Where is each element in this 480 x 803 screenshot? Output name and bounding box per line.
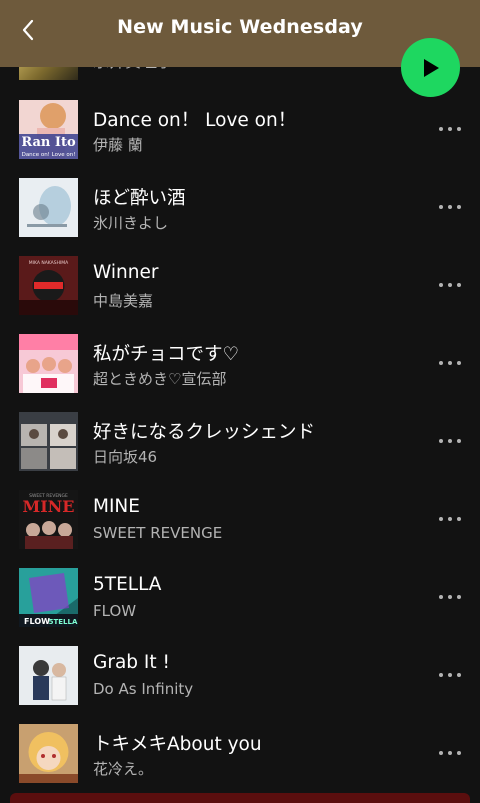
more-horizontal-icon xyxy=(439,517,461,521)
more-options-button[interactable] xyxy=(432,662,468,688)
album-art-text: FLOW xyxy=(24,617,50,626)
album-art xyxy=(19,412,78,471)
track-list: Ran Ito Dance on! Love on! Dance on！ Lov… xyxy=(0,90,480,792)
track-artist: SWEET REVENGE xyxy=(93,524,223,542)
more-horizontal-icon xyxy=(439,361,461,365)
album-art xyxy=(19,178,78,237)
album-art: Ran Ito Dance on! Love on! xyxy=(19,100,78,159)
more-options-button[interactable] xyxy=(432,116,468,142)
mini-player-bar[interactable] xyxy=(10,793,470,803)
list-item[interactable]: ほど酔い酒 氷川きよし xyxy=(0,168,480,246)
list-item[interactable]: 好きになるクレッシェンド 日向坂46 xyxy=(0,402,480,480)
album-art-subtext: SWEET REVENGE xyxy=(29,493,68,499)
more-horizontal-icon xyxy=(439,595,461,599)
list-item[interactable]: 私がチョコです♡ 超ときめき♡宣伝部 xyxy=(0,324,480,402)
more-options-button[interactable] xyxy=(432,350,468,376)
track-title: 私がチョコです♡ xyxy=(93,344,240,365)
album-art xyxy=(19,646,78,705)
album-art: MINE SWEET REVENGE xyxy=(19,490,78,549)
album-art-text: Ran Ito xyxy=(21,135,76,150)
play-button[interactable] xyxy=(401,38,460,97)
more-options-button[interactable] xyxy=(432,506,468,532)
album-art xyxy=(19,724,78,783)
album-art-subtext: 5TELLA xyxy=(49,618,78,626)
more-horizontal-icon xyxy=(439,205,461,209)
album-art-text: MIKA NAKASHIMA xyxy=(29,260,69,266)
app-screen: 永井真理子 New Music Wednesday Ran Ito xyxy=(0,0,480,803)
track-title: Grab It ! xyxy=(93,652,170,673)
album-art-text: MINE xyxy=(22,497,74,516)
track-title: Winner xyxy=(93,262,159,283)
track-artist: 超ときめき♡宣伝部 xyxy=(93,370,227,388)
track-artist: 氷川きよし xyxy=(93,214,169,232)
track-title: 好きになるクレッシェンド xyxy=(93,422,316,443)
track-artist: 伊藤 蘭 xyxy=(93,136,143,154)
more-options-button[interactable] xyxy=(432,740,468,766)
more-horizontal-icon xyxy=(439,439,461,443)
track-artist: 花冷え。 xyxy=(93,760,154,778)
more-horizontal-icon xyxy=(439,127,461,131)
list-item[interactable]: Grab It ! Do As Infinity xyxy=(0,636,480,714)
album-art-subtext: Dance on! Love on! xyxy=(22,152,76,158)
more-options-button[interactable] xyxy=(432,194,468,220)
page-title: New Music Wednesday xyxy=(117,16,363,38)
list-item[interactable]: MIKA NAKASHIMA Winner 中島美嘉 xyxy=(0,246,480,324)
list-item[interactable]: トキメキAbout you 花冷え。 xyxy=(0,714,480,792)
track-artist: 日向坂46 xyxy=(93,448,158,466)
more-options-button[interactable] xyxy=(432,428,468,454)
track-title: ほど酔い酒 xyxy=(93,188,186,209)
more-horizontal-icon xyxy=(439,283,461,287)
track-title: MINE xyxy=(93,496,140,517)
track-title: Dance on！ Love on！ xyxy=(93,110,297,131)
album-art xyxy=(19,334,78,393)
track-artist: Do As Infinity xyxy=(93,680,194,698)
play-icon xyxy=(423,58,439,77)
list-item[interactable]: FLOW 5TELLA 5TELLA FLOW xyxy=(0,558,480,636)
track-artist: FLOW xyxy=(93,602,137,620)
more-horizontal-icon xyxy=(439,673,461,677)
more-horizontal-icon xyxy=(439,751,461,755)
list-item[interactable]: Ran Ito Dance on! Love on! Dance on！ Lov… xyxy=(0,90,480,168)
list-item[interactable]: MINE SWEET REVENGE MINE SWEET REVENGE xyxy=(0,480,480,558)
track-artist: 中島美嘉 xyxy=(93,292,154,310)
album-art: FLOW 5TELLA xyxy=(19,568,78,627)
track-title: 5TELLA xyxy=(93,574,162,595)
album-art: MIKA NAKASHIMA xyxy=(19,256,78,315)
more-options-button[interactable] xyxy=(432,272,468,298)
more-options-button[interactable] xyxy=(432,584,468,610)
track-title: トキメキAbout you xyxy=(93,734,262,755)
